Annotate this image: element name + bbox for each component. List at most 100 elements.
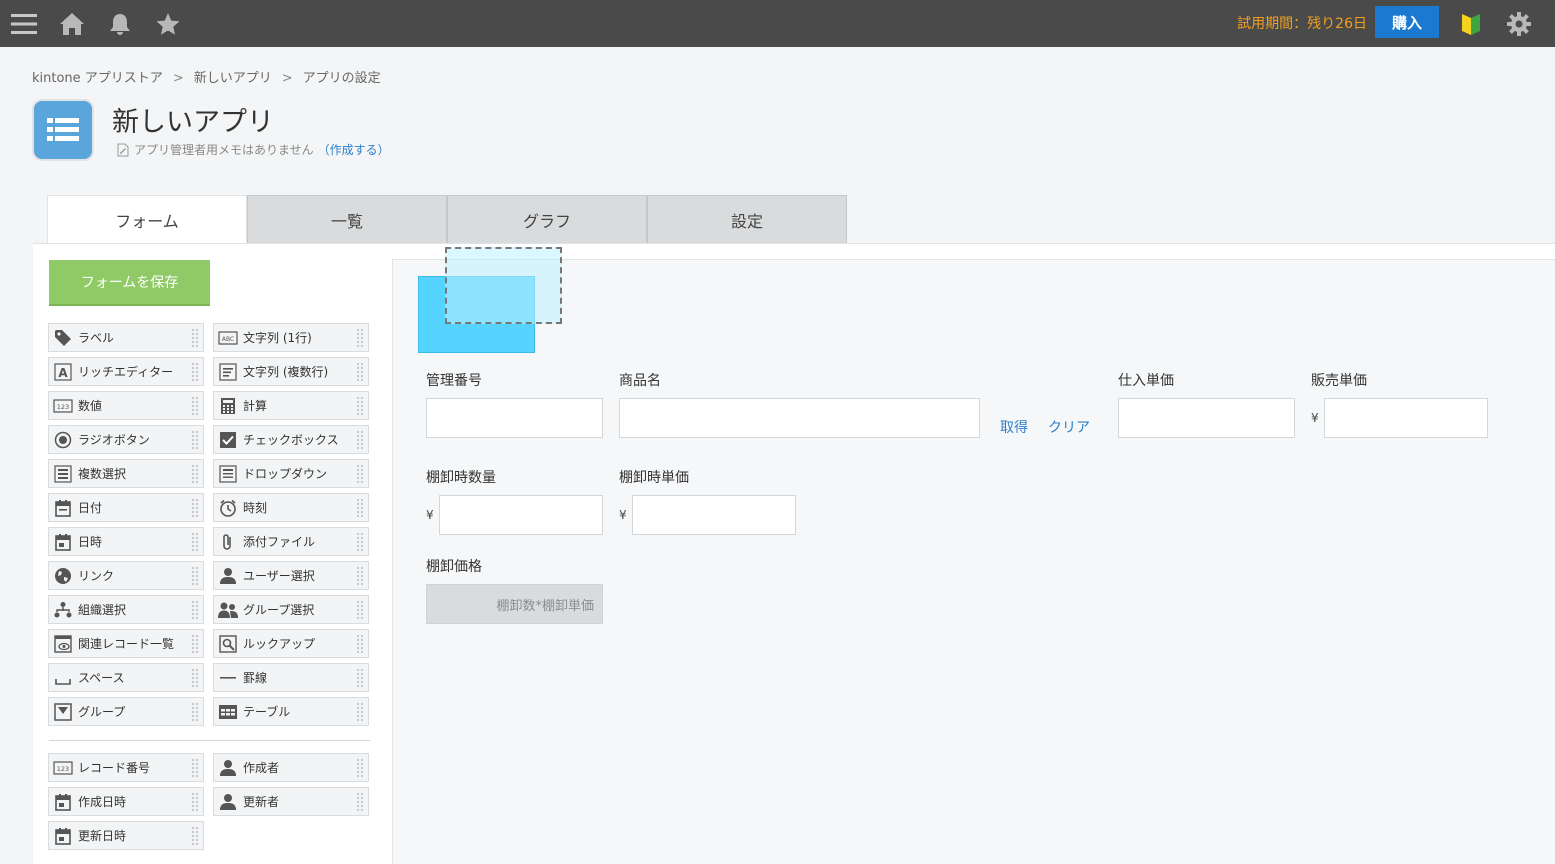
palette-item-radio[interactable]: ラジオボタン [48,425,204,454]
abc-icon: ABC [218,328,238,348]
drag-handle[interactable] [356,668,364,688]
gear-icon[interactable] [1504,9,1534,39]
dragging-field-ghost[interactable] [445,247,562,324]
tab-list[interactable]: 一覧 [247,195,447,243]
palette-item-org-select[interactable]: 組織選択 [48,595,204,624]
user-icon [218,566,238,586]
trial-period-text: 試用期間：残り26日 [1237,16,1367,32]
drag-handle[interactable] [191,566,199,586]
palette-item-record-number[interactable]: 123 レコード番号 [48,753,204,782]
star-icon[interactable] [153,9,183,39]
hanbai-tanka-input[interactable] [1324,398,1488,438]
palette-item-multi-select[interactable]: 複数選択 [48,459,204,488]
drag-handle[interactable] [191,362,199,382]
drag-handle[interactable] [356,758,364,778]
palette-item-rich-editor[interactable]: A リッチエディター [48,357,204,386]
palette-item-text-multi[interactable]: 文字列 (複数行) [213,357,369,386]
palette-item-user-select[interactable]: ユーザー選択 [213,561,369,590]
drag-handle[interactable] [191,532,199,552]
palette-item-created-at[interactable]: 作成日時 [48,787,204,816]
palette-item-dropdown[interactable]: ドロップダウン [213,459,369,488]
palette-item-group[interactable]: グループ [48,697,204,726]
bell-icon[interactable] [105,9,135,39]
drag-handle[interactable] [191,498,199,518]
home-icon[interactable] [57,9,87,39]
breadcrumb-item-appstore[interactable]: kintone アプリストア [32,71,163,86]
drag-handle[interactable] [191,396,199,416]
drag-handle[interactable] [356,328,364,348]
palette-item-text: ドロップダウン [243,467,328,481]
drag-handle[interactable] [356,600,364,620]
tab-settings[interactable]: 設定 [647,195,847,243]
lookup-clear-link[interactable]: クリア [1048,417,1090,437]
palette-item-space[interactable]: スペース [48,663,204,692]
tab-form[interactable]: フォーム [47,195,247,243]
palette-item-group-select[interactable]: グループ選択 [213,595,369,624]
tanaoroshi-suryo-input[interactable] [439,495,603,535]
palette-item-text: 計算 [243,399,268,413]
drag-handle[interactable] [191,328,199,348]
tab-graph[interactable]: グラフ [447,195,647,243]
palette-item-updated-at[interactable]: 更新日時 [48,821,204,850]
palette-item-text: ラジオボタン [78,433,150,447]
palette-item-creator[interactable]: 作成者 [213,753,369,782]
palette-item-calc[interactable]: 計算 [213,391,369,420]
drag-handle[interactable] [356,498,364,518]
app-memo: アプリ管理者用メモはありません （作成する） [116,141,390,158]
drag-handle[interactable] [356,566,364,586]
create-memo-link[interactable]: （作成する） [318,141,390,158]
calendar-icon [53,792,73,812]
breadcrumb-item-app[interactable]: 新しいアプリ [194,71,272,86]
number-icon: 123 [53,396,73,416]
palette-item-table[interactable]: テーブル [213,697,369,726]
palette-item-label[interactable]: ラベル [48,323,204,352]
form-canvas[interactable] [392,259,1555,864]
palette-item-number[interactable]: 123 数値 [48,391,204,420]
tanaoroshi-tanka-input[interactable] [632,495,796,535]
palette-item-text: リッチエディター [78,365,174,379]
palette-item-link[interactable]: リンク [48,561,204,590]
menu-icon[interactable] [9,9,39,39]
drag-handle[interactable] [356,362,364,382]
page-title: 新しいアプリ [112,107,274,138]
palette-item-text-single[interactable]: ABC 文字列 (1行) [213,323,369,352]
drag-handle[interactable] [356,792,364,812]
shiire-tanka-input[interactable] [1118,398,1295,438]
kanri-bango-input[interactable] [426,398,603,438]
drag-handle[interactable] [191,826,199,846]
drag-handle[interactable] [356,464,364,484]
palette-item-updater[interactable]: 更新者 [213,787,369,816]
drag-handle[interactable] [356,396,364,416]
palette-item-time[interactable]: 時刻 [213,493,369,522]
drag-handle[interactable] [191,668,199,688]
shohin-mei-input[interactable] [619,398,980,438]
drag-handle[interactable] [356,430,364,450]
lookup-get-link[interactable]: 取得 [1000,417,1028,437]
palette-item-checkbox[interactable]: チェックボックス [213,425,369,454]
drag-handle[interactable] [191,600,199,620]
drag-handle[interactable] [356,702,364,722]
drag-handle[interactable] [191,430,199,450]
lookup-icon [218,634,238,654]
palette-item-attachment[interactable]: 添付ファイル [213,527,369,556]
beginner-icon[interactable] [1456,9,1486,39]
table-icon [218,702,238,722]
palette-item-line[interactable]: 罫線 [213,663,369,692]
drag-handle[interactable] [356,634,364,654]
palette-item-text: 関連レコード一覧 [78,637,175,651]
save-form-button[interactable]: フォームを保存 [49,260,210,306]
palette-item-text: 複数選択 [78,467,127,481]
palette-item-datetime[interactable]: 日時 [48,527,204,556]
drag-handle[interactable] [356,532,364,552]
palette-item-date[interactable]: 日付 [48,493,204,522]
palette-item-related-records[interactable]: 関連レコード一覧 [48,629,204,658]
drag-handle[interactable] [191,758,199,778]
drag-handle[interactable] [191,792,199,812]
org-icon [53,600,73,620]
drag-handle[interactable] [191,464,199,484]
palette-item-lookup[interactable]: ルックアップ [213,629,369,658]
drag-handle[interactable] [191,634,199,654]
buy-button[interactable]: 購入 [1375,6,1439,38]
tanaoroshi-kakaku-calc-field[interactable]: 棚卸数*棚卸単価 [426,584,603,624]
drag-handle[interactable] [191,702,199,722]
